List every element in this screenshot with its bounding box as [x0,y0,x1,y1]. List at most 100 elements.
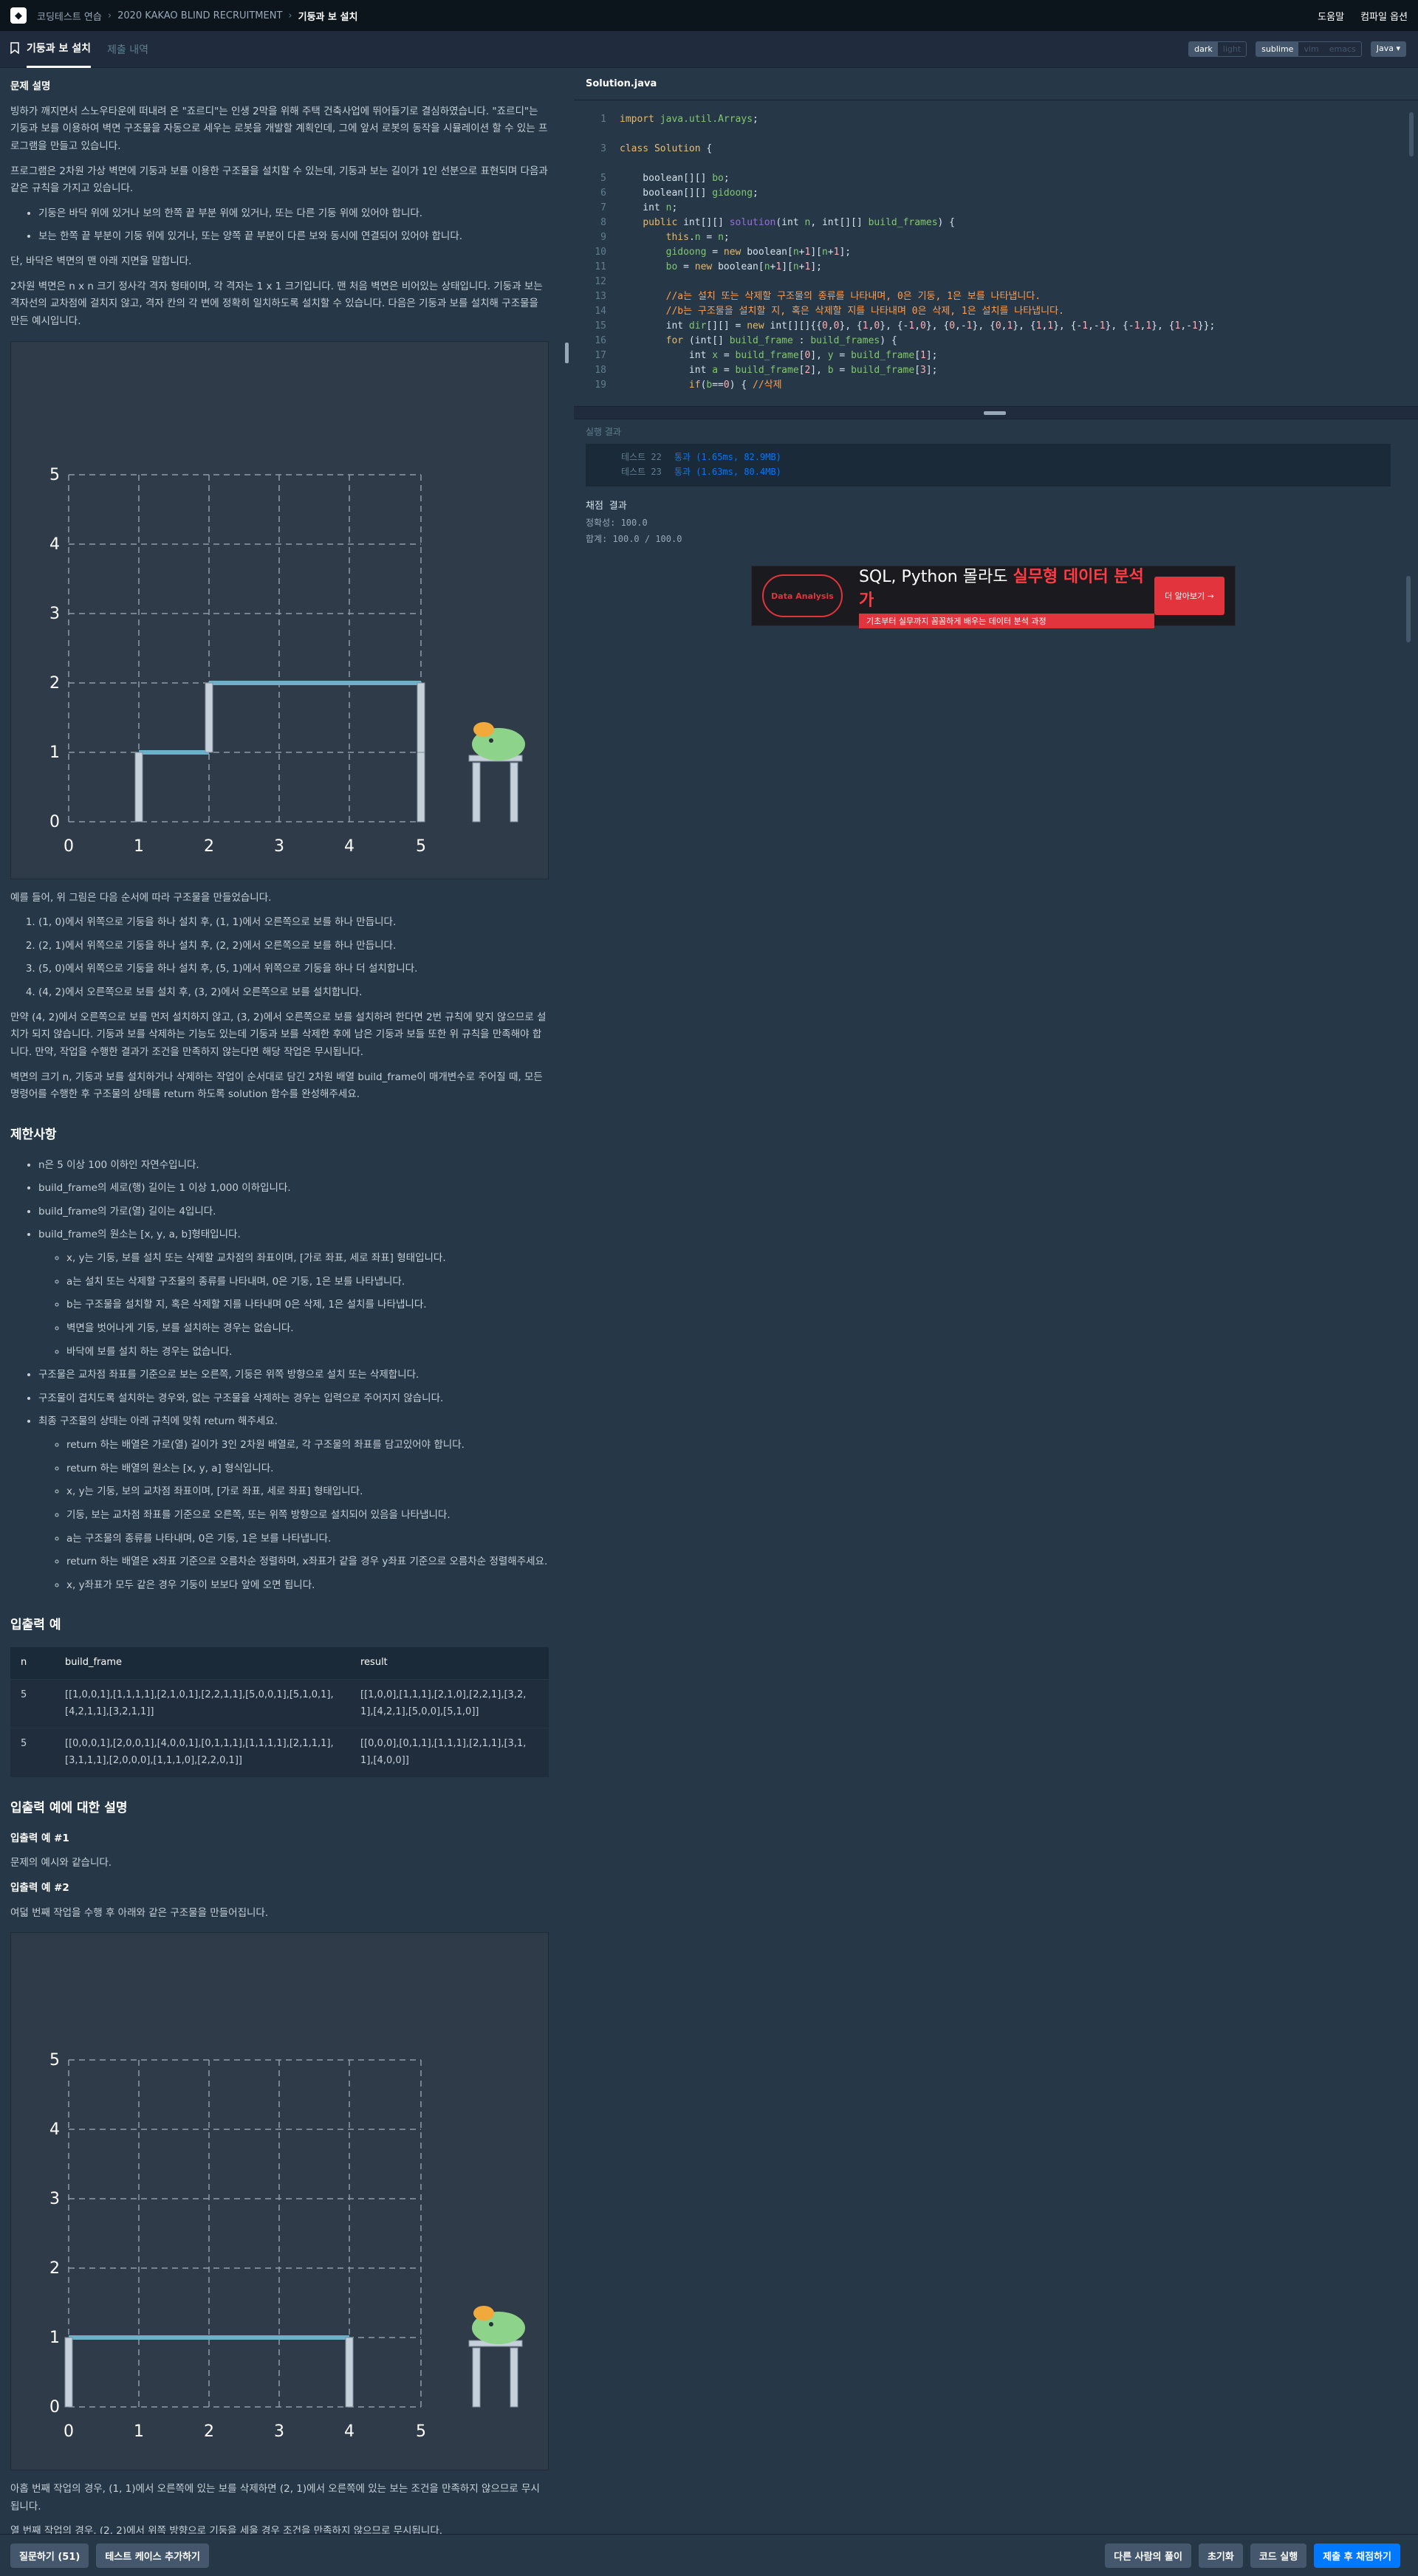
advertisement-banner[interactable]: Data Analysis SQL, Python 몰라도 실무형 데이터 분석… [751,566,1236,628]
list-item: return 하는 배열의 원소는 [x, y, a] 형식입니다. [66,1460,549,1478]
column-header: build_frame [55,1647,350,1680]
splitter-handle-icon[interactable] [984,411,1006,415]
beam [209,680,421,685]
line-number: 6 [600,188,606,199]
keymap-vim-button[interactable]: vim [1298,42,1324,56]
result-row: 테스트 23 통과 (1.63ms, 80.4MB) [621,464,1355,479]
section-heading: 입출력 예 [10,1618,61,1633]
section-heading: 제한사항 [10,1127,57,1142]
run-code-button[interactable]: 코드 실행 [1250,2543,1307,2568]
paragraph: 단, 바닥은 벽면의 맨 아래 지면을 말합니다. [10,255,192,267]
table-row: 5 [[1,0,0,1],[1,1,1,1],[2,1,0,1],[2,2,1,… [10,1678,549,1728]
line-number: 10 [595,247,606,258]
list-item: x, y는 기둥, 보를 설치 또는 삭제할 교차점의 좌표이며, [가로 좌표… [66,1250,549,1268]
y-tick: 4 [49,2120,60,2139]
reset-button[interactable]: 초기화 [1198,2543,1243,2568]
pillar [64,2337,73,2408]
submit-button[interactable]: 제출 후 채점하기 [1314,2543,1400,2568]
paragraph: 벽면의 크기 n, 기둥과 보를 설치하거나 삭제하는 작업이 순서대로 담긴 … [10,1071,543,1101]
programmers-logo-icon[interactable]: ◆ [10,7,27,24]
constraints-list: n은 5 이상 100 이하인 자연수입니다. build_frame의 세로(… [10,1157,549,1595]
x-tick: 1 [134,837,144,856]
table-cell: 5 [10,1728,55,1777]
horizontal-splitter[interactable] [574,406,1418,419]
vertical-splitter[interactable] [559,68,574,2534]
others-solutions-button[interactable]: 다른 사람의 풀이 [1105,2543,1191,2568]
tab-history[interactable]: 제출 내역 [107,31,148,68]
line-number: 3 [600,143,606,154]
add-testcase-button[interactable]: 테스트 케이스 추가하기 [96,2543,209,2568]
breadcrumb-kakao[interactable]: 2020 KAKAO BLIND RECRUITMENT [117,10,282,21]
bottom-toolbar: 질문하기 (51) 테스트 케이스 추가하기 다른 사람의 풀이 초기화 코드 … [0,2534,1418,2576]
paragraph: 2차원 벽면은 n x n 크기 정사각 격자 형태이며, 각 격자는 1 x … [10,280,543,327]
breadcrumb-practice[interactable]: 코딩테스트 연습 [37,9,102,23]
line-number: 9 [600,232,606,243]
code-editor[interactable]: 1 3 5 6 7 8 9 10 11 12 13 14 15 16 17 18… [574,112,1418,406]
line-number: 17 [595,350,606,361]
editor-filename: Solution.java [574,68,1418,100]
language-select[interactable]: Java ▾ [1370,41,1406,57]
table-cell: 5 [10,1678,55,1728]
theme-dark-button[interactable]: dark [1189,42,1218,56]
beams [139,680,421,755]
breadcrumb-current: 기둥과 보 설치 [298,11,358,23]
x-tick: 3 [274,2422,284,2441]
pillar [510,762,518,822]
breadcrumb-separator-icon: › [288,10,292,21]
test-label: 테스트 22 [621,452,662,462]
list-item: 구조물이 겹치도록 설치하는 경우와, 없는 구조물을 삭제하는 경우는 입력으… [38,1390,549,1408]
io-table: n build_frame result 5 [[1,0,0,1],[1,1,1… [10,1647,549,1777]
result-output[interactable]: 테스트 22 통과 (1.65ms, 82.9MB) 테스트 23 통과 (1.63… [586,444,1391,487]
code-line: this.n = n; [665,232,730,243]
pillars [64,2337,523,2408]
code-line: class Solution { [620,143,713,154]
jordy-mascot-icon [472,2306,525,2345]
questions-button[interactable]: 질문하기 (51) [10,2543,89,2568]
paragraph: 문제의 예시와 같습니다. [10,1857,112,1869]
ad-cta-button[interactable]: 더 알아보기 → [1154,577,1225,615]
score-heading: 채점 결과 [586,501,627,512]
x-tick: 5 [416,2422,426,2441]
help-link[interactable]: 도움말 [1318,9,1344,23]
editor-scrollbar[interactable] [1409,112,1414,157]
x-tick: 0 [64,2422,74,2441]
beams [69,2335,349,2340]
y-tick: 1 [49,2329,60,2347]
bookmark-icon[interactable] [10,41,19,57]
list-item: return 하는 배열은 x좌표 기준으로 오름차순 정렬하며, x좌표가 같… [66,1553,549,1571]
keymap-sublime-button[interactable]: sublime [1256,42,1299,56]
line-number: 12 [595,276,606,287]
y-tick: 1 [49,743,60,762]
list-item: a는 구조물의 종류를 나타내며, 0은 기둥, 1은 보를 나타냅니다. [66,1531,549,1548]
beam [139,749,209,755]
code-line: int x = build_frame[0], y = build_frame[… [620,350,938,361]
grid-diagram: 5 4 3 2 1 0 0 1 2 3 4 5 [49,2051,525,2441]
paragraph: 예를 들어, 위 그림은 다음 순서에 따라 구조물을 만들었습니다. [10,891,272,904]
table-header-row: n build_frame result [10,1647,549,1680]
x-tick: 0 [64,837,74,856]
ad-headline: SQL, Python 몰라도 실무형 데이터 분석가 [858,568,1144,610]
pillar [417,682,425,752]
rules-list: 기둥은 바닥 위에 있거나 보의 한쪽 끝 부분 위에 있거나, 또는 다른 기… [10,205,549,246]
code-line: import java.util.Arrays; [620,114,758,125]
theme-light-button[interactable]: light [1217,42,1247,56]
compiler-options-link[interactable]: 컴파일 옵션 [1360,9,1408,23]
line-number: 15 [595,320,606,332]
y-tick: 5 [49,466,60,484]
line-number: 11 [595,261,606,272]
keymap-emacs-button[interactable]: emacs [1323,42,1361,56]
sub-list: return 하는 배열은 가로(열) 길이가 3인 2차원 배열로, 각 구조… [38,1437,549,1594]
list-item: (2, 1)에서 위쪽으로 기둥을 하나 설치 후, (2, 2)에서 오른쪽으… [38,938,549,955]
result-panel: 실행 결과 테스트 22 통과 (1.65ms, 82.9MB) 테스트 23 통과… [574,419,1418,2534]
list-item: x, y좌표가 모두 같은 경우 기둥이 보보다 앞에 오면 됩니다. [66,1577,549,1595]
tab-problem[interactable]: 기둥과 보 설치 [27,31,92,68]
example-title: 입출력 예 #2 [10,1881,69,1894]
structure-figure-1: 5 4 3 2 1 0 0 1 2 3 4 5 [10,340,549,879]
accuracy-score: 정확성: 100.0 [586,518,648,528]
code-line: boolean[][] gidoong; [620,188,758,199]
pillar [510,2347,518,2408]
table-cell: [[0,0,0,1],[2,0,0,1],[4,0,0,1],[0,1,1,1]… [55,1728,350,1777]
result-scrollbar[interactable] [1406,576,1411,642]
splitter-handle-icon[interactable] [565,343,569,363]
x-tick: 4 [344,2422,354,2441]
